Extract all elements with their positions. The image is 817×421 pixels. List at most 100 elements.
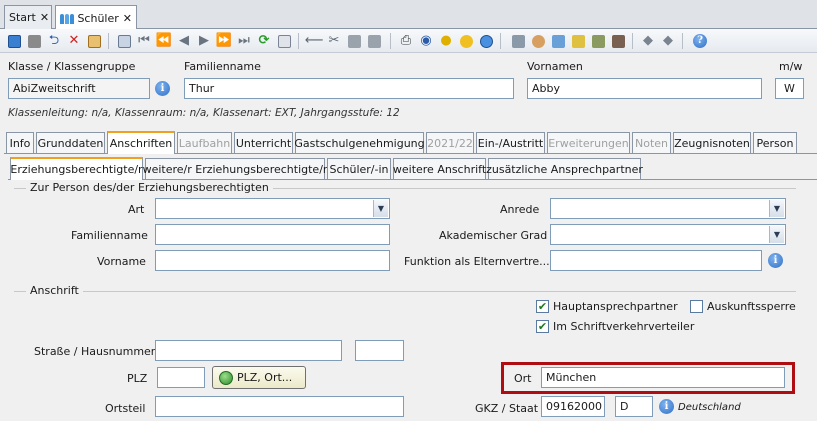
print-icon[interactable]: ⎙: [398, 33, 414, 49]
familienname-field[interactable]: Thur: [184, 78, 514, 99]
user-icon[interactable]: [530, 33, 546, 49]
delete-icon[interactable]: ✕: [66, 33, 82, 49]
class-info-line: Klassenleitung: n/a, Klassenraum: n/a, K…: [8, 107, 400, 119]
chevron-down-icon[interactable]: ▼: [769, 200, 784, 217]
globe-icon: [219, 370, 233, 385]
subtab-erziehungsberechtigte[interactable]: Erziehungsberechtigte/r: [10, 157, 143, 180]
group-icon[interactable]: [510, 33, 526, 49]
doc-tab-schueler[interactable]: Schüler ✕: [55, 5, 137, 30]
tab-ein-austritt[interactable]: Ein-/Austritt: [476, 132, 545, 153]
doc-tab-start-label: Start: [9, 11, 36, 24]
gkz-field[interactable]: 09162000: [541, 396, 605, 417]
tab-laufbahn[interactable]: Laufbahn: [177, 132, 232, 153]
diamond-icon[interactable]: ◆: [640, 33, 656, 49]
anrede-dropdown[interactable]: ▼: [550, 198, 786, 219]
delete-record-icon[interactable]: [86, 33, 102, 49]
chevron-down-icon[interactable]: ▼: [769, 226, 784, 243]
auskunftssperre-checkbox[interactable]: [690, 300, 703, 313]
akad-grad-dropdown[interactable]: ▼: [550, 224, 786, 245]
subtab-zusaetzliche-ansprechpartner[interactable]: zusätzliche Ansprechpartner: [486, 158, 643, 179]
funktion-label: Funktion als Elternvertre...: [404, 255, 550, 268]
new-record-icon[interactable]: [6, 33, 22, 49]
subtab-weitere-erziehungsberechtigte[interactable]: weitere/r Erziehungsberechtigte/r: [143, 158, 327, 179]
arrow-left-icon[interactable]: ⟵: [305, 33, 324, 49]
chevron-down-icon[interactable]: ▼: [373, 200, 388, 217]
cut-icon[interactable]: ✂: [326, 33, 342, 49]
familienname-person-field[interactable]: [155, 224, 390, 245]
tab-info[interactable]: Info: [6, 132, 34, 153]
toolbar-separator: [298, 33, 299, 49]
close-icon[interactable]: ✕: [40, 11, 49, 24]
hausnummer-field[interactable]: [355, 340, 404, 361]
toolbar-separator: [500, 33, 501, 49]
grid-icon[interactable]: [276, 33, 292, 49]
check-icon[interactable]: [458, 33, 474, 49]
clock-icon[interactable]: [478, 33, 494, 49]
ort-field[interactable]: München: [541, 367, 785, 388]
tab-noten[interactable]: Noten: [632, 132, 671, 153]
vorname-field[interactable]: [155, 250, 390, 271]
schriftverkehr-checkbox[interactable]: ✔: [536, 320, 549, 333]
list-icon[interactable]: [116, 33, 132, 49]
plz-ort-button-label: PLZ, Ort...: [237, 371, 293, 384]
vornamen-label: Vornamen: [527, 60, 583, 73]
next-page-icon[interactable]: ⏩: [216, 33, 232, 49]
subtab-weitere-anschrift[interactable]: weitere Anschrift: [393, 158, 486, 179]
tab-erweiterungen[interactable]: Erweiterungen: [547, 132, 630, 153]
staat-name: Deutschland: [678, 402, 741, 413]
person-card-icon[interactable]: [610, 33, 626, 49]
tab-unterricht[interactable]: Unterricht: [234, 132, 293, 153]
users-icon[interactable]: [550, 33, 566, 49]
toolbar-separator: [108, 33, 109, 49]
hauptansprechpartner-checkbox[interactable]: ✔: [536, 300, 549, 313]
ortsteil-field[interactable]: [155, 396, 404, 417]
copy-icon[interactable]: [346, 33, 362, 49]
tab-grunddaten[interactable]: Grunddaten: [36, 132, 105, 153]
vornamen-field[interactable]: Abby: [527, 78, 762, 99]
gkz-staat-label: GKZ / Staat: [475, 402, 539, 415]
previous-record-icon[interactable]: ◀: [176, 33, 192, 49]
plz-ort-button[interactable]: PLZ, Ort...: [212, 366, 306, 389]
plz-label: PLZ: [127, 372, 148, 385]
preview-eye-icon[interactable]: ◉: [418, 33, 434, 49]
tab-person[interactable]: Person: [753, 132, 797, 153]
tab-gastschulgenehmigung[interactable]: Gastschulgenehmigung: [294, 132, 425, 153]
info-icon[interactable]: i: [768, 253, 783, 268]
doc-tab-schueler-label: Schüler: [77, 11, 119, 25]
klasse-field[interactable]: AbiZweitschrift: [8, 78, 150, 99]
previous-page-icon[interactable]: ⏪: [156, 33, 172, 49]
staat-field[interactable]: D: [615, 396, 653, 417]
first-record-icon[interactable]: ⏮: [136, 33, 152, 49]
export-icon[interactable]: [570, 33, 586, 49]
note-icon[interactable]: [590, 33, 606, 49]
paste-icon[interactable]: [366, 33, 382, 49]
close-icon[interactable]: ✕: [123, 12, 132, 25]
undo-icon[interactable]: ⮌: [46, 33, 62, 49]
info-icon[interactable]: i: [659, 399, 674, 414]
doc-tab-start[interactable]: Start ✕: [4, 5, 52, 29]
lightbulb-icon[interactable]: ●: [438, 33, 454, 49]
help-icon[interactable]: ?: [692, 33, 708, 49]
plz-field[interactable]: [157, 367, 205, 388]
diamond-alt-icon[interactable]: ◆: [660, 33, 676, 49]
next-record-icon[interactable]: ▶: [196, 33, 212, 49]
strasse-field[interactable]: [155, 340, 342, 361]
funktion-field[interactable]: [550, 250, 762, 271]
last-record-icon[interactable]: ⏭: [236, 33, 252, 49]
tab-zeugnisnoten[interactable]: Zeugnisnoten: [673, 132, 751, 153]
subtab-schueler[interactable]: Schüler/-in: [327, 158, 391, 179]
save-icon[interactable]: [26, 33, 42, 49]
auskunftssperre-label: Auskunftssperre: [707, 300, 796, 313]
art-dropdown[interactable]: ▼: [155, 198, 390, 219]
info-icon[interactable]: i: [155, 81, 170, 96]
ortsteil-label: Ortsteil: [105, 402, 146, 415]
mw-label: m/w: [779, 60, 803, 73]
tab-2021-22[interactable]: 2021/22: [426, 132, 474, 153]
tab-anschriften[interactable]: Anschriften: [107, 131, 175, 154]
document-tab-strip: Start ✕ Schüler ✕: [0, 0, 817, 30]
people-icon: [60, 12, 74, 24]
mw-field[interactable]: W: [775, 78, 804, 99]
group-divider: [14, 291, 796, 292]
refresh-icon[interactable]: ⟳: [256, 33, 272, 49]
toolbar-separator: [632, 33, 633, 49]
